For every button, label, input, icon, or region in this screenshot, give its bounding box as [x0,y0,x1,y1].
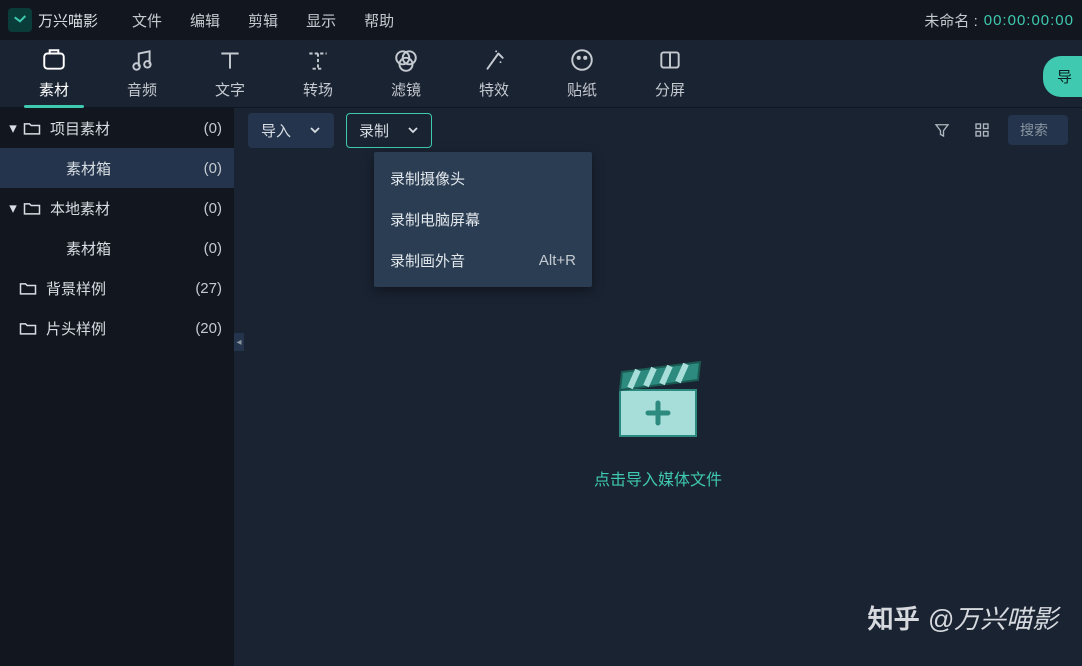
text-icon [217,47,243,73]
folder-icon [22,198,42,218]
project-name: 未命名 : [924,10,977,31]
folder-icon [18,278,38,298]
transition-icon [305,47,331,73]
grid-icon [973,121,991,139]
media-icon [41,47,67,73]
tree-project-media[interactable]: ▾ 项目素材 (0) [0,108,234,148]
tab-splitscreen[interactable]: 分屏 [626,40,714,108]
menu-clip[interactable]: 剪辑 [234,10,292,31]
main-area: ▾ 项目素材 (0) 素材箱 (0) ▾ 本地素材 (0) 素材箱 (0) 背景… [0,108,1082,666]
search-input[interactable]: 搜索 [1008,115,1068,145]
tree-local-media[interactable]: ▾ 本地素材 (0) [0,188,234,228]
sidebar-resize-handle[interactable]: ◂ [234,333,244,351]
menu-help[interactable]: 帮助 [350,10,408,31]
record-menu: 录制摄像头 录制电脑屏幕 录制画外音 Alt+R [374,152,592,287]
effects-icon [481,47,507,73]
menu-view[interactable]: 显示 [292,10,350,31]
chevron-down-icon [309,124,321,136]
tab-sticker[interactable]: 贴纸 [538,40,626,108]
import-media-prompt[interactable]: 点击导入媒体文件 [594,348,722,490]
export-button[interactable]: 导 [1043,56,1082,97]
menu-file[interactable]: 文件 [118,10,176,31]
content-area: 导入 录制 搜索 录制摄像头 录制电脑屏幕 [234,108,1082,666]
chevron-down-icon [407,124,419,136]
menu-record-camera[interactable]: 录制摄像头 [374,158,592,199]
tab-filter[interactable]: 滤镜 [362,40,450,108]
record-dropdown[interactable]: 录制 [346,113,432,148]
timecode: 00:00:00:00 [984,12,1074,29]
tree-background-samples[interactable]: 背景样例 (27) [0,268,234,308]
clapperboard-icon [608,348,708,448]
splitscreen-icon [657,47,683,73]
import-prompt-label: 点击导入媒体文件 [594,466,722,490]
menu-record-voiceover[interactable]: 录制画外音 Alt+R [374,240,592,281]
filter-icon [393,47,419,73]
menu-record-screen[interactable]: 录制电脑屏幕 [374,199,592,240]
sticker-icon [569,47,595,73]
filter-button[interactable] [928,116,956,144]
caret-down-icon: ▾ [6,119,20,137]
menu-edit[interactable]: 编辑 [176,10,234,31]
caret-down-icon: ▾ [6,199,20,217]
tree-media-bin-1[interactable]: 素材箱 (0) [0,148,234,188]
tab-transition[interactable]: 转场 [274,40,362,108]
content-toolbar: 导入 录制 搜索 [234,108,1082,152]
tab-audio[interactable]: 音频 [98,40,186,108]
import-dropdown[interactable]: 导入 [248,113,334,148]
watermark: 知乎 @万兴喵影 [868,599,1058,636]
title-bar: 万兴喵影 文件 编辑 剪辑 显示 帮助 未命名 : 00:00:00:00 [0,0,1082,40]
tree-intro-samples[interactable]: 片头样例 (20) [0,308,234,348]
audio-icon [129,47,155,73]
sidebar: ▾ 项目素材 (0) 素材箱 (0) ▾ 本地素材 (0) 素材箱 (0) 背景… [0,108,234,666]
tab-media[interactable]: 素材 [10,40,98,108]
funnel-icon [933,121,951,139]
folder-icon [18,318,38,338]
app-logo [8,8,32,32]
grid-view-button[interactable] [968,116,996,144]
tree-media-bin-2[interactable]: 素材箱 (0) [0,228,234,268]
folder-icon [22,118,42,138]
tab-text[interactable]: 文字 [186,40,274,108]
tab-effects[interactable]: 特效 [450,40,538,108]
app-name: 万兴喵影 [38,10,98,31]
main-toolbar: 素材 音频 文字 转场 滤镜 特效 贴纸 分屏 [0,40,1082,108]
